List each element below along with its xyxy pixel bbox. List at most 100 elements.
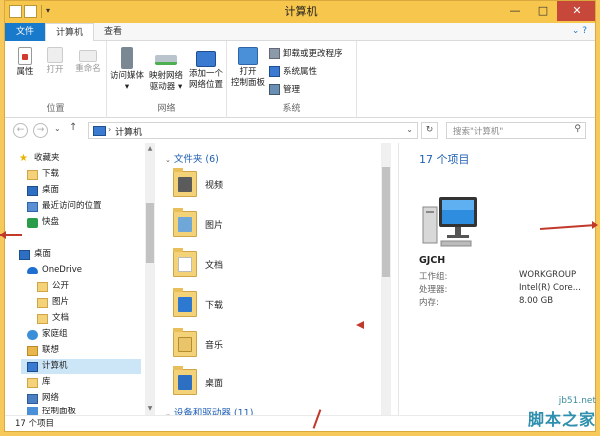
sidebar-item-recent-places[interactable]: 最近访问的位置 [27,199,102,214]
pictures-folder-icon [173,208,197,237]
uninstall-program-button[interactable]: 卸载或更改程序 [269,47,343,59]
ribbon-group-network-name: 网络 [157,104,176,114]
ribbon-tabs: 文件 计算机 查看 [5,23,595,42]
forward-button[interactable]: → [33,123,48,138]
scroll-down-arrow-icon[interactable]: ▼ [146,405,154,413]
sidebar-item-downloads[interactable]: 下载 [27,167,59,182]
navigation-pane-scrollbar[interactable]: ▲ ▼ [145,143,155,415]
address-dropdown[interactable]: ⌄ [406,125,413,134]
properties-button[interactable]: 属性 [13,47,37,78]
sidebar-item-control-panel[interactable]: 控制面板 [27,407,76,415]
folder-icon [37,281,48,292]
breadcrumb-chevron[interactable]: › [108,125,111,134]
close-button[interactable]: ✕ [557,1,595,21]
detail-value: 8.00 GB [519,296,554,306]
control-panel-icon [27,407,38,415]
manage-button[interactable]: 管理 [269,83,300,95]
annotation-arrowhead-left-icon [0,231,6,239]
sidebar-item-onedrive[interactable]: OneDrive [27,263,82,278]
add-network-location-button[interactable]: 添加一个 网络位置 [187,47,225,91]
sidebar-item-desktop-root[interactable]: 桌面 [19,247,51,262]
system-properties-button[interactable]: 系统属性 [269,65,317,77]
search-input[interactable]: 搜索"计算机" ⚲ [446,122,586,139]
detail-row-memory: 内存: 8.00 GB [419,296,589,308]
access-media-button[interactable]: 访问媒体 ▾ [109,47,145,93]
open-control-panel-label: 打开 [239,67,257,77]
tab-computer[interactable]: 计算机 [45,23,95,42]
map-network-drive-button[interactable]: 映射网络 驱动器 ▾ [147,47,185,93]
sidebar-item-public[interactable]: 公开 [37,279,69,294]
content-pane: ⌄ 文件夹 (6) 视频 图片 文档 下载 音乐 桌面 ⌄ 设备和驱动器 (11… [155,143,391,419]
address-bar[interactable]: › 计算机 ⌄ [88,122,418,139]
folder-pictures[interactable]: 图片 [173,208,353,239]
ribbon-group-location: 属性 打开 重命名 位置 [5,41,107,118]
sidebar-item-lenovo[interactable]: 联想 [27,343,59,358]
sidebar-item-pictures[interactable]: 图片 [37,295,69,310]
scroll-up-arrow-icon[interactable]: ▲ [146,145,154,153]
ribbon-collapse-help[interactable]: ⌄ ? [572,26,587,36]
system-properties-icon [269,65,280,77]
recent-locations-dropdown[interactable]: ⌄ [54,124,61,133]
content-scrollbar[interactable] [381,143,391,415]
detail-key: 内存: [419,298,439,308]
maximize-button[interactable]: □ [529,1,557,21]
scrollbar-thumb[interactable] [382,167,390,277]
annotation-arrowhead-middle-icon [356,321,364,329]
folders-section-label: 文件夹 (6) [173,154,219,165]
sidebar-item-libraries[interactable]: 库 [27,375,51,390]
tab-view[interactable]: 查看 [94,23,132,41]
ribbon-group-system-name: 系统 [282,104,301,114]
detail-row-processor: 处理器: Intel(R) Core... [419,283,589,295]
tab-file[interactable]: 文件 [5,23,46,41]
sidebar-item-computer[interactable]: 计算机 [21,359,141,374]
folder-videos[interactable]: 视频 [173,168,353,199]
sidebar-item-network[interactable]: 网络 [27,391,59,406]
explorer-window: ▾ 计算机 — □ ✕ 文件 计算机 查看 ⌄ ? 属性 打开 重命名 位置 访… [4,0,596,432]
ribbon: 属性 打开 重命名 位置 访问媒体 ▾ 映射网络 驱动器 ▾ 添加一个 网络位置… [5,41,595,118]
sidebar-item-label: 桌面 [34,249,52,259]
sidebar-item-label: 最近访问的位置 [42,201,102,211]
refresh-button[interactable]: ↻ [421,122,438,139]
computer-icon [93,126,106,136]
folder-label: 音乐 [205,340,224,351]
sidebar-item-label: 图片 [52,297,70,307]
user-icon [27,345,38,356]
folder-label: 图片 [205,220,224,231]
folder-downloads[interactable]: 下载 [173,288,353,319]
breadcrumb-computer[interactable]: 计算机 [115,125,142,138]
folders-section-header[interactable]: ⌄ 文件夹 (6) [165,151,219,165]
navigation-bar: ← → ⌄ ↑ › 计算机 ⌄ ↻ 搜索"计算机" ⚲ [5,118,595,143]
scrollbar-thumb[interactable] [146,203,154,263]
sidebar-item-label: 收藏夹 [34,153,60,163]
minimize-button[interactable]: — [501,1,529,21]
folder-icon [37,313,48,324]
sidebar-item-homegroup[interactable]: 家庭组 [27,327,68,342]
open-control-panel-button[interactable]: 打开 控制面板 [229,47,267,89]
network-drive-icon [155,55,177,65]
desktop-folder-icon [173,366,197,395]
kuaipan-icon [27,217,38,228]
sidebar-item-kuaipan[interactable]: 快盘 [27,215,59,230]
back-button[interactable]: ← [13,123,28,138]
open-icon [47,47,63,63]
folder-desktop[interactable]: 桌面 [173,366,353,397]
sidebar-item-desktop[interactable]: 桌面 [27,183,59,198]
sidebar-item-label: 控制面板 [42,407,77,415]
collapse-chevron-icon[interactable]: ⌄ [165,156,171,164]
open-control-panel-label-2: 控制面板 [230,78,265,88]
sidebar-item-label: 桌面 [42,185,60,195]
rename-button[interactable]: 重命名 [73,47,103,75]
media-server-icon [121,47,133,69]
folder-documents[interactable]: 文档 [173,248,353,279]
sidebar-item-documents[interactable]: 文档 [37,311,69,326]
up-button[interactable]: ↑ [69,122,77,133]
manage-icon [269,83,280,95]
open-label: 打开 [46,65,64,75]
search-icon[interactable]: ⚲ [574,124,581,134]
open-button[interactable]: 打开 [43,47,67,76]
title-bar: ▾ 计算机 — □ ✕ [5,1,595,23]
folder-music[interactable]: 音乐 [173,328,353,359]
add-network-location-label: 添加一个 [188,69,223,79]
sidebar-item-favorites[interactable]: ★ 收藏夹 [19,151,60,166]
downloads-folder-icon [173,288,197,317]
